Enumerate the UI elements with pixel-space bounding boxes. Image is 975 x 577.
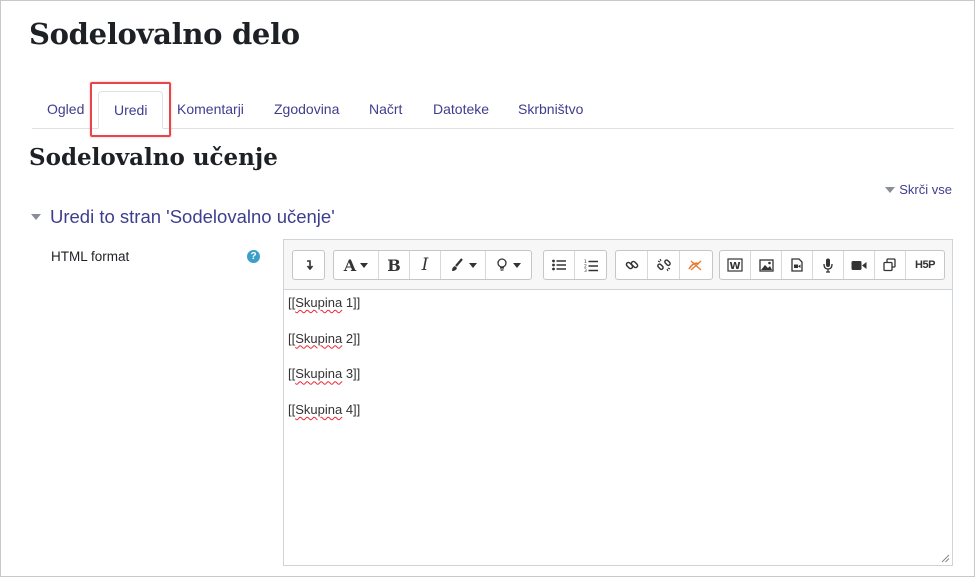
field-label: HTML format xyxy=(51,249,130,264)
image-icon[interactable] xyxy=(751,251,782,279)
copy-icon[interactable] xyxy=(875,251,906,279)
tab-bar: Ogled Uredi Komentarji Zgodovina Načrt D… xyxy=(32,91,954,129)
toolbar-group-collapse xyxy=(292,250,325,280)
content-line: [[Skupina 1]] xyxy=(288,294,360,312)
style-icon[interactable] xyxy=(486,251,531,279)
italic-label: I xyxy=(421,255,429,275)
page-frame: Sodelovalno delo Ogled Uredi Komentarji … xyxy=(0,0,975,577)
toolbar-group-style: A B I xyxy=(333,250,532,280)
text-suffix: 2]] xyxy=(342,330,361,346)
text-color-icon[interactable] xyxy=(441,251,486,279)
bullet-list-icon[interactable] xyxy=(544,251,575,279)
section-title: Sodelovalno učenje xyxy=(29,144,278,171)
tab-uredi[interactable]: Uredi xyxy=(98,91,164,129)
record-audio-icon[interactable] xyxy=(813,251,844,279)
svg-text:3: 3 xyxy=(584,268,587,272)
question-circle-icon[interactable]: ? xyxy=(247,250,260,263)
caret-down-icon xyxy=(885,186,896,193)
text-word: Skupina xyxy=(295,330,343,346)
fieldset-legend-label: Uredi to stran 'Sodelovalno učenje' xyxy=(50,206,335,227)
text-word: Skupina xyxy=(295,402,343,418)
font-size-icon[interactable]: A xyxy=(334,251,379,279)
content-line: [[Skupina 2]] xyxy=(288,330,360,348)
text-word: Skupina xyxy=(295,366,343,382)
tab-zgodovina[interactable]: Zgodovina xyxy=(259,91,354,129)
no-autolink-icon[interactable] xyxy=(680,251,712,279)
show-more-icon[interactable] xyxy=(293,251,324,279)
italic-icon[interactable]: I xyxy=(410,251,441,279)
resize-handle-icon[interactable] xyxy=(941,554,950,563)
collapse-all-link[interactable]: Skrči vse xyxy=(885,182,952,197)
text-suffix: 3]] xyxy=(342,366,361,382)
unlink-icon[interactable] xyxy=(648,251,680,279)
editor-content[interactable]: [[Skupina 1]] [[Skupina 2]] [[Skupina 3]… xyxy=(288,294,360,437)
toolbar-group-lists: 123 xyxy=(543,250,607,280)
record-video-icon[interactable] xyxy=(844,251,875,279)
tab-nacrt[interactable]: Načrt xyxy=(354,91,417,129)
fieldset-toggle[interactable]: Uredi to stran 'Sodelovalno učenje' xyxy=(31,206,335,228)
html-editor: A B I 1 2 3 W H5P [[Skupina 1]] [[Skupin… xyxy=(283,239,953,566)
media-icon[interactable] xyxy=(782,251,813,279)
numbered-list-icon[interactable]: 123 xyxy=(575,251,606,279)
toolbar-group-insert: W H5P xyxy=(719,250,945,280)
tab-datoteke[interactable]: Datoteke xyxy=(418,91,504,129)
tab-ogled[interactable]: Ogled xyxy=(32,91,99,129)
h5p-label: H5P xyxy=(915,259,935,271)
bold-label: B xyxy=(387,255,401,275)
content-line: [[Skupina 4]] xyxy=(288,401,360,419)
content-line: [[Skupina 3]] xyxy=(288,365,360,383)
tab-komentarji[interactable]: Komentarji xyxy=(162,91,259,129)
bold-icon[interactable]: B xyxy=(379,251,410,279)
editor-toolbar: A B I 1 2 3 W H5P xyxy=(284,240,952,290)
font-size-label: A xyxy=(343,255,357,275)
tab-skrbnistvo[interactable]: Skrbništvo xyxy=(503,91,598,129)
text-suffix: 1]] xyxy=(342,295,361,310)
word-paste-icon[interactable]: W xyxy=(720,251,751,279)
text-suffix: 4]] xyxy=(342,402,361,418)
h5p-icon[interactable]: H5P xyxy=(906,251,944,279)
toolbar-group-links xyxy=(615,250,713,280)
text-word: Skupina xyxy=(295,295,343,310)
collapse-all-label: Skrči vse xyxy=(899,182,952,197)
link-icon[interactable] xyxy=(616,251,648,279)
page-title: Sodelovalno delo xyxy=(29,17,300,51)
svg-text:W: W xyxy=(730,261,741,272)
caret-down-icon xyxy=(31,214,41,220)
